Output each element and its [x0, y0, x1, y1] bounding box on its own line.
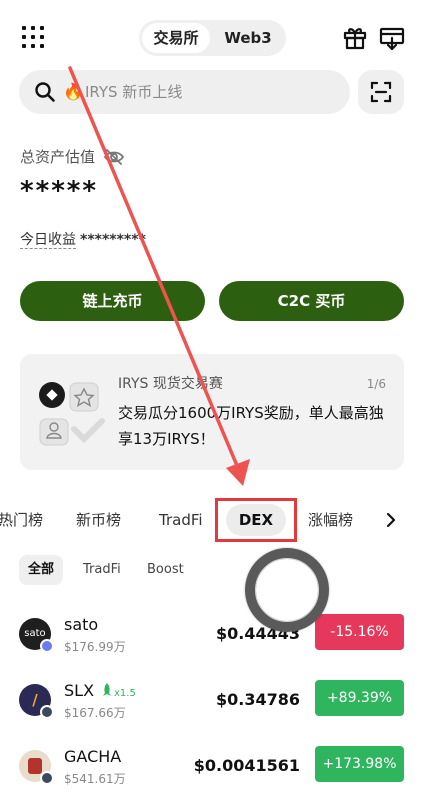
promo-title: IRYS 现货交易赛 [118, 376, 223, 392]
scan-button[interactable] [358, 70, 404, 114]
eye-off-icon[interactable] [104, 148, 124, 166]
ranking-tabs: 热门榜 新币榜 TradFi DEX 涨幅榜 [0, 500, 425, 540]
tab-tradfi[interactable]: TradFi [159, 500, 203, 540]
token-change: -15.16% [315, 614, 404, 650]
token-change: +173.98% [315, 746, 404, 782]
top-bar: 交易所 Web3 [0, 18, 425, 58]
token-symbol: sato [64, 615, 99, 634]
boost-multiplier-badge: x1.5 [114, 688, 136, 699]
promo-pager: 1/6 [366, 377, 386, 391]
total-asset-value: ***** [20, 176, 98, 206]
gift-icon[interactable] [342, 24, 368, 50]
chip-tradfi[interactable]: TradFi [83, 555, 121, 585]
today-pnl: 今日收益 ********* [20, 230, 146, 250]
promo-description: 交易瓜分1600万IRYS奖励，单人最高独享13万IRYS！ [118, 404, 384, 448]
token-price: $0.34786 [215, 690, 300, 709]
chip-all[interactable]: 全部 [19, 555, 63, 585]
token-row[interactable]: / SLX x1.5 $167.66万 $0.34786 +89.39% [0, 680, 425, 728]
token-volume: $176.99万 [64, 640, 126, 654]
token-change: +89.39% [315, 680, 404, 716]
token-symbol: GACHA [64, 747, 122, 766]
tab-hot[interactable]: 热门榜 [0, 500, 43, 540]
exchange-web3-switch: 交易所 Web3 [139, 20, 286, 56]
dex-annotation-box [215, 498, 297, 542]
search-placeholder: IRYS 新币上线 [85, 83, 183, 101]
today-pnl-label[interactable]: 今日收益 [20, 232, 76, 249]
touch-indicator-inner [255, 558, 319, 622]
promo-banner[interactable]: IRYS 现货交易赛 1/6 交易瓜分1600万IRYS奖励，单人最高独享13万… [20, 354, 404, 470]
tab-gainers[interactable]: 涨幅榜 [308, 500, 353, 540]
segment-exchange[interactable]: 交易所 [142, 23, 210, 53]
scan-icon [370, 81, 392, 103]
chip-boost[interactable]: Boost [147, 555, 184, 585]
search-bar[interactable]: 🔥 IRYS 新币上线 [19, 70, 350, 114]
token-row[interactable]: sato sato $176.99万 $0.44443 -15.16% [0, 614, 425, 662]
onchain-deposit-button[interactable]: 链上充币 [20, 281, 205, 321]
promo-illustration [39, 382, 105, 446]
c2c-buy-button[interactable]: C2C 买币 [219, 281, 404, 321]
today-pnl-value: ********* [80, 232, 146, 248]
chain-icon [40, 771, 54, 785]
total-asset-label: 总资产估值 [20, 148, 96, 166]
search-icon [35, 82, 55, 102]
segment-web3[interactable]: Web3 [215, 23, 281, 53]
rocket-icon [103, 683, 111, 696]
chain-icon [40, 705, 54, 719]
token-row[interactable]: GACHA $541.61万 $0.0041561 +173.98% [0, 746, 425, 794]
token-price: $0.0041561 [193, 756, 300, 775]
token-symbol: SLX [64, 681, 95, 700]
filter-chips: 全部 TradFi Boost [0, 555, 425, 585]
token-volume: $541.61万 [64, 772, 126, 786]
fire-icon: 🔥 [63, 82, 83, 101]
token-volume: $167.66万 [64, 706, 126, 720]
grid-menu-icon[interactable] [20, 24, 46, 50]
chevron-right-icon[interactable] [384, 512, 398, 528]
ethereum-chain-icon [40, 639, 54, 653]
tab-new-listings[interactable]: 新币榜 [76, 500, 121, 540]
download-icon[interactable] [378, 24, 406, 52]
